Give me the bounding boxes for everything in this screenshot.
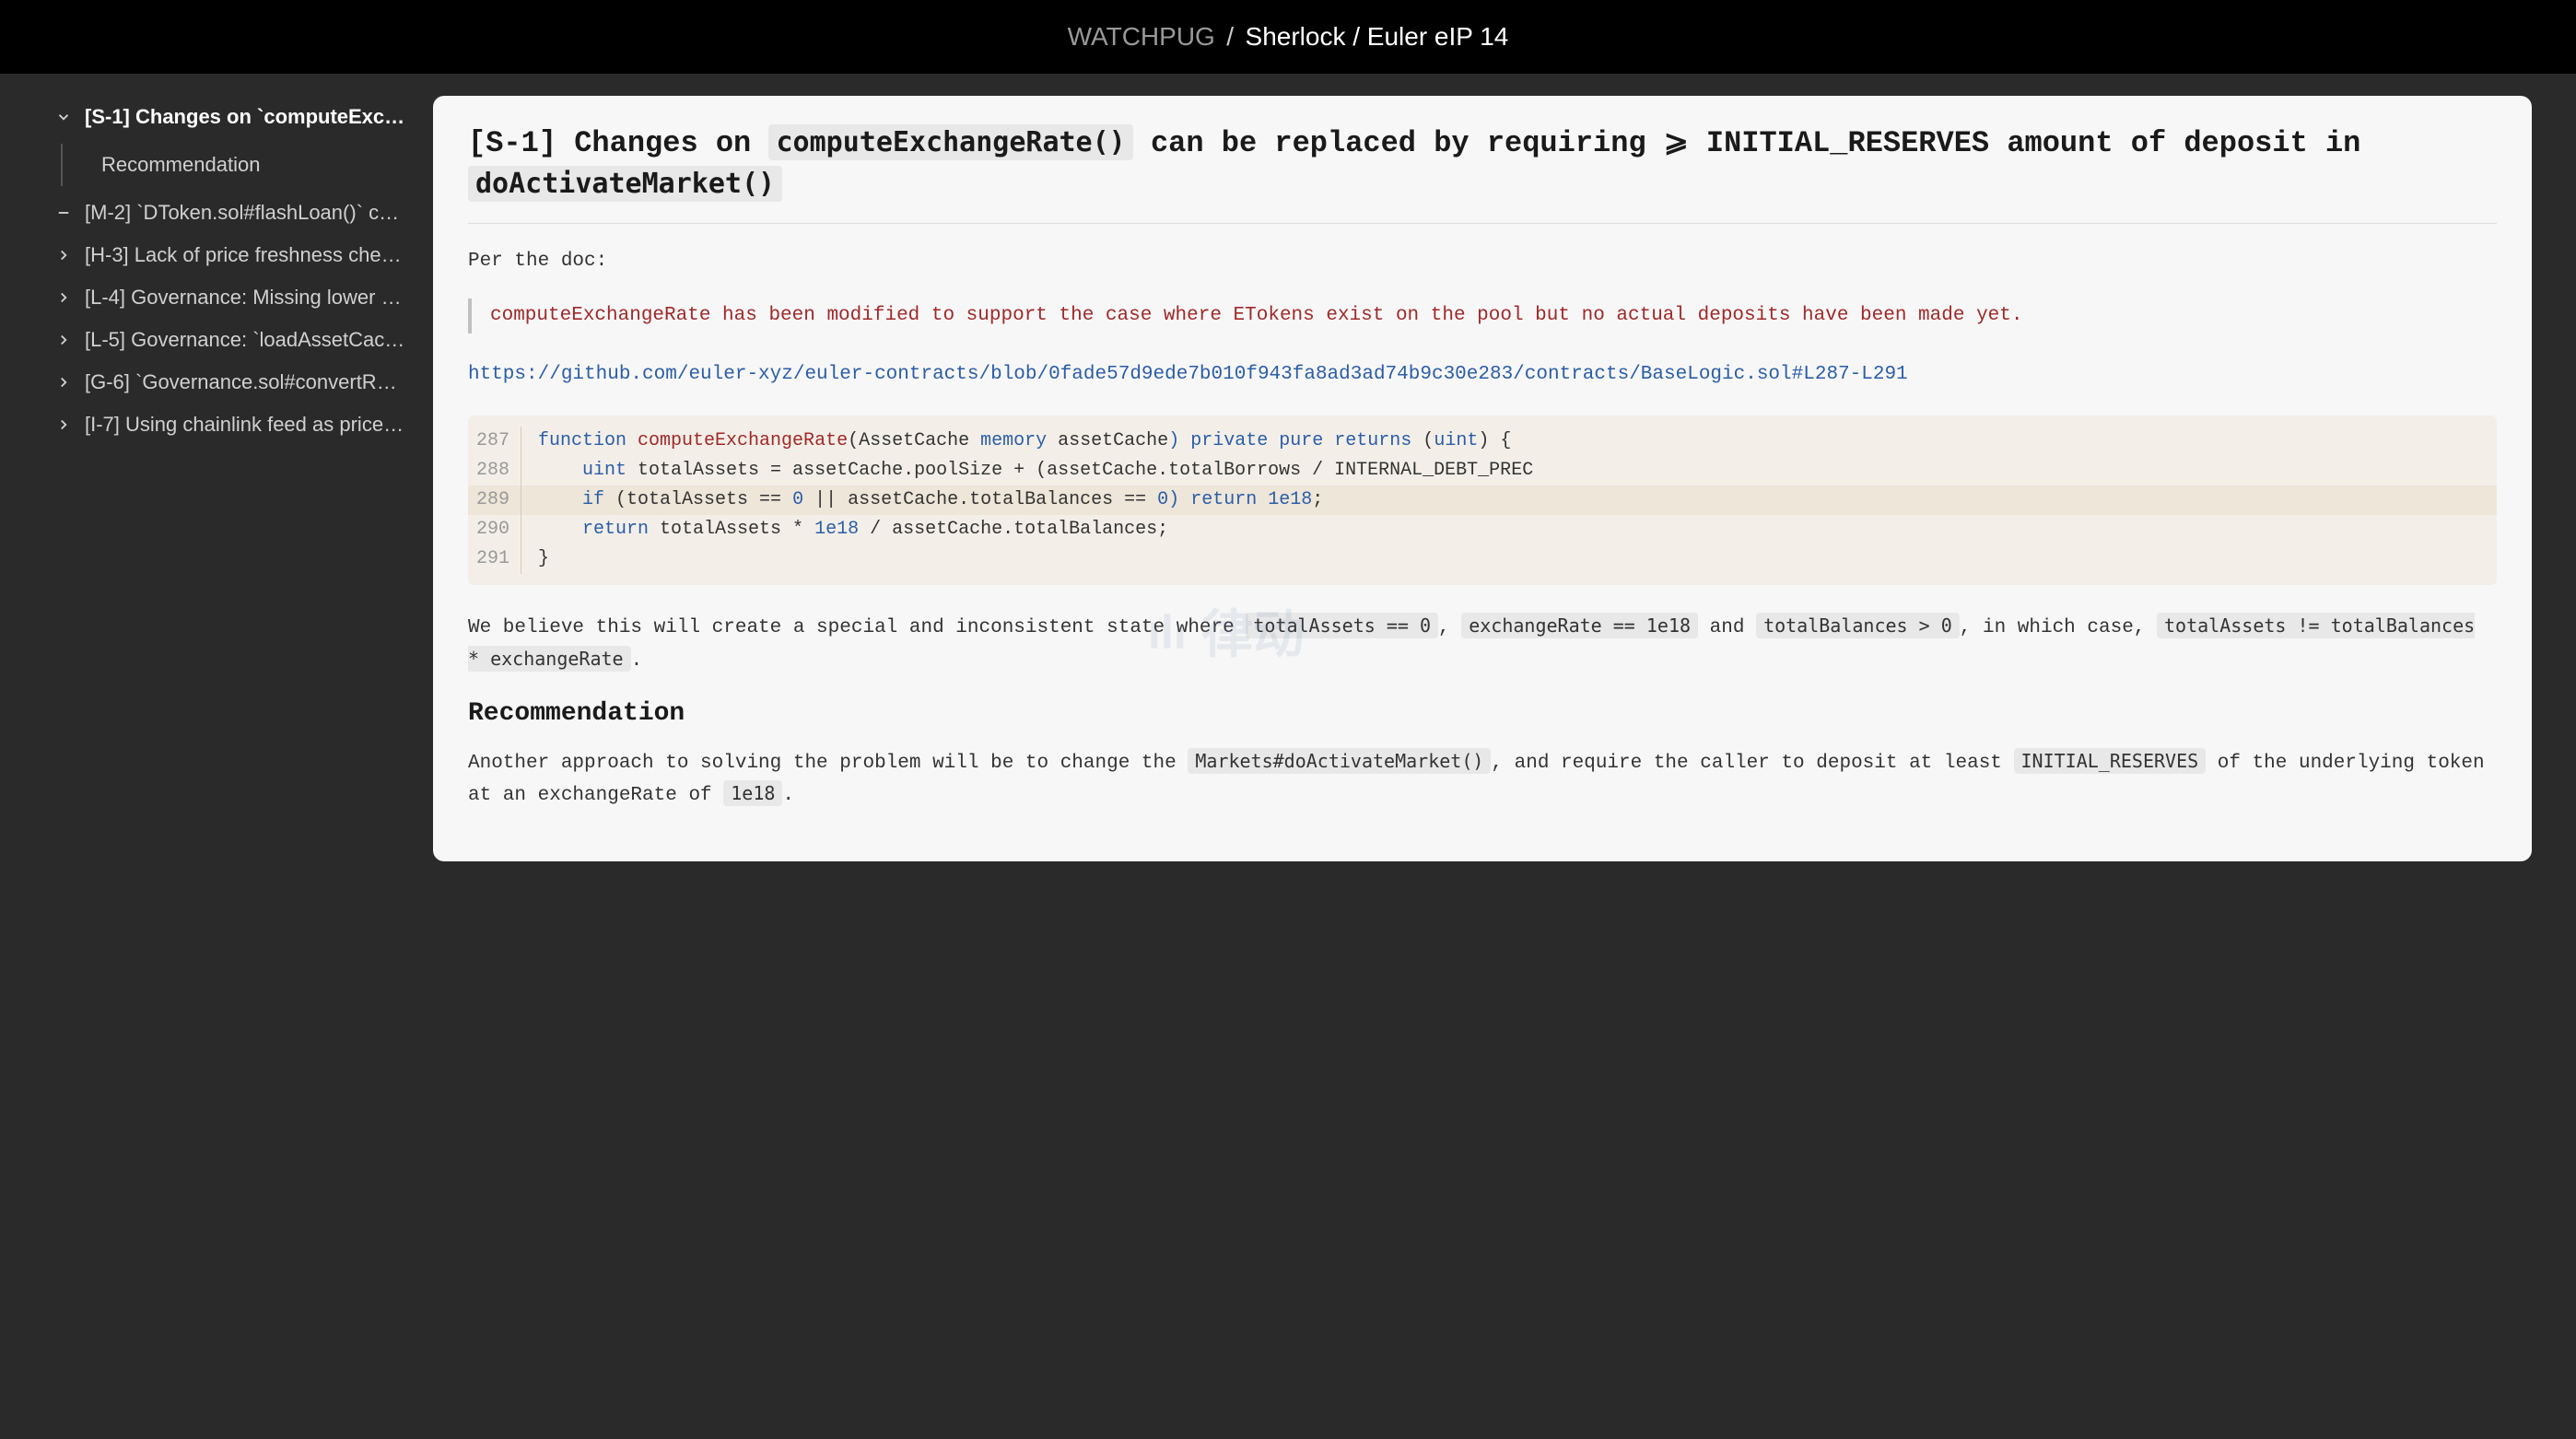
sidebar-subitem-0-0[interactable]: Recommendation: [96, 144, 411, 186]
sidebar-item-0[interactable]: [S-1] Changes on `computeExchange...: [50, 96, 411, 138]
header: WATCHPUG / Sherlock / Euler eIP 14: [0, 0, 2576, 74]
sidebar-item-label: [S-1] Changes on `computeExchange...: [85, 105, 405, 129]
sidebar-subitem-label: Recommendation: [101, 153, 260, 177]
code-line: 288 uint totalAssets = assetCache.poolSi…: [468, 456, 2497, 486]
header-title: Sherlock / Euler eIP 14: [1246, 22, 1509, 51]
code-line: 289 if (totalAssets == 0 || assetCache.t…: [468, 486, 2497, 515]
code-line: 290 return totalAssets * 1e18 / assetCac…: [468, 515, 2497, 544]
sidebar-item-2[interactable]: [H-3] Lack of price freshness check in .…: [50, 234, 411, 276]
article-title: [S-1] Changes on computeExchangeRate() c…: [468, 123, 2497, 224]
title-code-2: doActivateMarket(): [468, 166, 782, 202]
sidebar-item-label: [H-3] Lack of price freshness check in .…: [85, 243, 405, 267]
sidebar-item-label: [M-2] `DToken.sol#flashLoan()` can be...: [85, 201, 405, 225]
line-content: uint totalAssets = assetCache.poolSize +…: [521, 456, 1533, 486]
code-line: 291}: [468, 544, 2497, 574]
sidebar-item-label: [L-4] Governance: Missing lower bound...: [85, 286, 405, 310]
code-line: 287function computeExchangeRate(AssetCac…: [468, 427, 2497, 456]
chevron-right-icon: [55, 374, 72, 391]
line-content: if (totalAssets == 0 || assetCache.total…: [521, 486, 1323, 515]
title-code-1: computeExchangeRate(): [768, 124, 1132, 160]
chevron-right-icon: [55, 416, 72, 433]
header-author: WATCHPUG: [1068, 22, 1215, 51]
header-separator: /: [1226, 22, 1234, 51]
intro-paragraph: Per the doc:: [468, 246, 2497, 277]
sidebar-item-1[interactable]: [M-2] `DToken.sol#flashLoan()` can be...: [50, 192, 411, 234]
chevron-right-icon: [55, 332, 72, 348]
line-number: 291: [468, 544, 521, 574]
sidebar-item-5[interactable]: [G-6] `Governance.sol#convertReserve...: [50, 361, 411, 404]
article-card: 律动 [S-1] Changes on computeExchangeRate(…: [433, 96, 2532, 861]
line-content: return totalAssets * 1e18 / assetCache.t…: [521, 515, 1168, 544]
line-content: }: [521, 544, 549, 574]
code-block: 287function computeExchangeRate(AssetCac…: [468, 415, 2497, 585]
line-number: 289: [468, 486, 521, 515]
line-number: 290: [468, 515, 521, 544]
recommendation-heading: Recommendation: [468, 699, 2497, 728]
analysis-paragraph: We believe this will create a special an…: [468, 611, 2497, 676]
sidebar-item-6[interactable]: [I-7] Using chainlink feed as price orac…: [50, 404, 411, 446]
line-number: 288: [468, 456, 521, 486]
blockquote: computeExchangeRate has been modified to…: [468, 298, 2497, 333]
chevron-down-icon: [55, 109, 72, 125]
minus-icon: [55, 205, 72, 221]
sidebar-item-label: [I-7] Using chainlink feed as price orac…: [85, 413, 405, 437]
sidebar-item-label: [G-6] `Governance.sol#convertReserve...: [85, 370, 405, 394]
line-content: function computeExchangeRate(AssetCache …: [521, 427, 1511, 456]
sidebar: [S-1] Changes on `computeExchange... Reco…: [0, 74, 433, 883]
recommendation-paragraph: Another approach to solving the problem …: [468, 746, 2497, 812]
source-link[interactable]: https://github.com/euler-xyz/euler-contr…: [468, 359, 2497, 391]
content-area: 律动 [S-1] Changes on computeExchangeRate(…: [433, 74, 2576, 883]
sidebar-item-3[interactable]: [L-4] Governance: Missing lower bound...: [50, 276, 411, 319]
sidebar-item-4[interactable]: [L-5] Governance: `loadAssetCache()` ...: [50, 319, 411, 361]
chevron-right-icon: [55, 289, 72, 306]
sidebar-item-label: [L-5] Governance: `loadAssetCache()` ...: [85, 328, 405, 352]
chevron-right-icon: [55, 247, 72, 263]
line-number: 287: [468, 427, 521, 456]
